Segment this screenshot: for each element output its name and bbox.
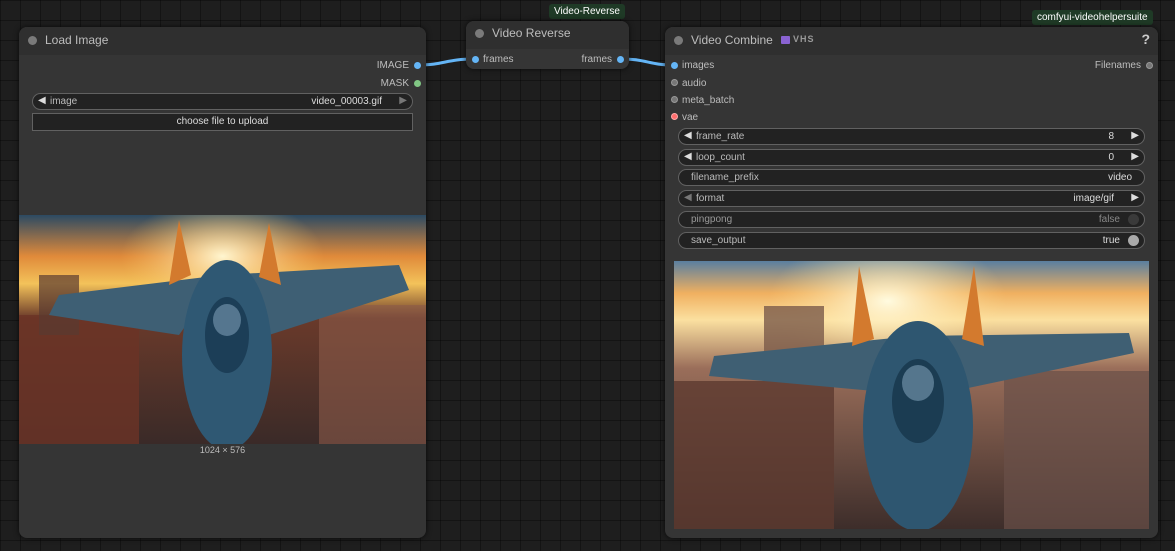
pingpong-toggle[interactable]: pingpong false	[678, 211, 1145, 228]
output-frames-label: frames	[581, 54, 612, 65]
save-output-toggle[interactable]: save_output true	[678, 232, 1145, 249]
output-filenames-label: Filenames	[1094, 60, 1141, 71]
node-title: Video Reverse	[492, 26, 571, 40]
arrow-left-icon[interactable]: ◀	[684, 192, 692, 203]
toggle-off-icon[interactable]	[1128, 214, 1139, 225]
arrow-left-icon[interactable]: ◀	[684, 130, 692, 141]
save-output-value: true	[1102, 235, 1120, 246]
node-title: Load Image	[45, 33, 109, 47]
input-vae-label: vae	[682, 112, 699, 123]
input-meta-batch-slot[interactable]	[671, 96, 678, 103]
jet-image	[674, 261, 1149, 529]
tag-videohelpersuite: comfyui-videohelpersuite	[1032, 10, 1153, 25]
pingpong-value: false	[1098, 214, 1120, 225]
output-image-slot[interactable]	[414, 62, 421, 69]
loop-count-widget[interactable]: ◀ loop_count 0 ▶	[678, 149, 1145, 166]
arrow-left-icon[interactable]: ◀	[38, 95, 46, 106]
image-select-value: video_00003.gif	[311, 96, 382, 107]
collapse-dot-icon[interactable]	[674, 36, 683, 45]
filename-prefix-value: video	[1108, 172, 1132, 183]
output-image-label: IMAGE	[376, 60, 409, 71]
collapse-dot-icon[interactable]	[475, 29, 484, 38]
arrow-right-icon[interactable]: ▶	[1131, 192, 1139, 203]
video-combine-node[interactable]: Video Combine VHS ? images audio meta_ba…	[665, 27, 1158, 538]
input-images-label: images	[682, 60, 715, 71]
load-image-node[interactable]: Load Image IMAGE MASK ◀ image video_0000…	[19, 27, 426, 538]
node-title: Video Combine	[691, 33, 773, 47]
output-mask-slot[interactable]	[414, 80, 421, 87]
arrow-right-icon[interactable]: ▶	[399, 95, 407, 106]
input-frames-slot[interactable]	[472, 56, 479, 63]
frame-rate-widget[interactable]: ◀ frame_rate 8 ▶	[678, 128, 1145, 145]
output-filenames-slot[interactable]	[1146, 62, 1153, 69]
input-vae-slot[interactable]	[671, 113, 678, 120]
video-reverse-node[interactable]: Video Reverse frames frames	[466, 21, 629, 69]
input-meta-batch-label: meta_batch	[682, 95, 735, 106]
image-preview	[19, 215, 426, 444]
film-icon	[781, 36, 790, 44]
arrow-right-icon[interactable]: ▶	[1131, 151, 1139, 162]
input-images-slot[interactable]	[671, 62, 678, 69]
input-audio-slot[interactable]	[671, 79, 678, 86]
help-icon[interactable]: ?	[1141, 31, 1150, 47]
input-frames-label: frames	[483, 54, 514, 65]
image-select-widget[interactable]: ◀ image video_00003.gif ▶	[32, 93, 413, 110]
output-frames-slot[interactable]	[617, 56, 624, 63]
preview-caption: 1024 × 576	[199, 445, 246, 455]
arrow-left-icon[interactable]: ◀	[684, 151, 692, 162]
toggle-on-icon[interactable]	[1128, 235, 1139, 246]
arrow-right-icon[interactable]: ▶	[1131, 130, 1139, 141]
vhs-badge: VHS	[793, 34, 815, 44]
video-preview	[674, 261, 1149, 529]
format-value: image/gif	[1073, 193, 1114, 204]
jet-image	[19, 215, 426, 444]
filename-prefix-widget[interactable]: filename_prefix video	[678, 169, 1145, 186]
output-mask-label: MASK	[380, 78, 409, 89]
tag-video-reverse: Video-Reverse	[549, 4, 625, 19]
format-widget[interactable]: ◀ format image/gif ▶	[678, 190, 1145, 207]
loop-count-value: 0	[1108, 152, 1114, 163]
input-audio-label: audio	[682, 78, 707, 89]
collapse-dot-icon[interactable]	[28, 36, 37, 45]
upload-button[interactable]: choose file to upload	[32, 113, 413, 131]
frame-rate-value: 8	[1108, 131, 1114, 142]
